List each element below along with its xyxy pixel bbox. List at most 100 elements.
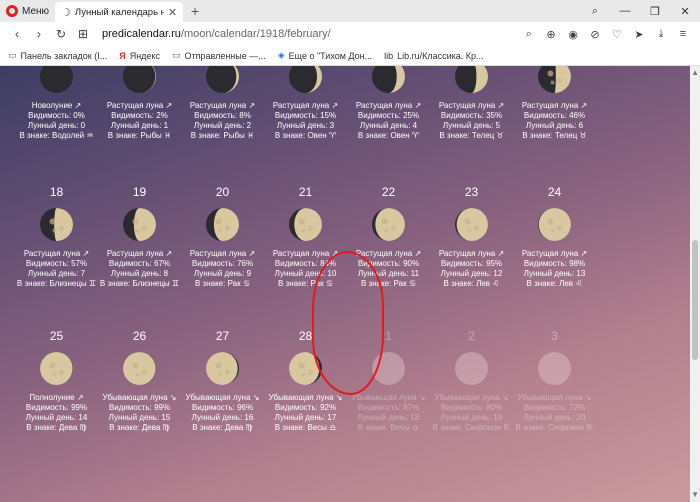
- lunar-day-label: Лунный день: 2: [193, 121, 252, 130]
- url-field[interactable]: predicalendar.ru/moon/calendar/1918/febr…: [102, 28, 518, 40]
- search-tabs-icon[interactable]: ⌕: [580, 5, 610, 18]
- scroll-up-icon[interactable]: ▲: [691, 68, 699, 77]
- calendar-day-cell[interactable]: 20 Растущая луна ↗ Видимость: 76% Лунный…: [181, 184, 264, 289]
- zoom-icon[interactable]: ⊕: [540, 28, 562, 41]
- moon-phase-icon: [455, 352, 488, 385]
- day-number: 18: [49, 185, 64, 199]
- calendar-day-cell[interactable]: Растущая луна ↗ Видимость: 46% Лунный де…: [513, 66, 596, 141]
- calendar-day-cell[interactable]: Растущая луна ↗ Видимость: 35% Лунный де…: [430, 66, 513, 141]
- close-window-icon[interactable]: ✕: [670, 5, 700, 18]
- visibility-label: Видимость: 95%: [440, 259, 503, 268]
- easy-setup-icon[interactable]: ≡: [672, 28, 694, 41]
- browser-tab[interactable]: ☽ Лунный календарь на Фе ✕: [55, 2, 184, 22]
- bookmark-label: Отправленные —...: [184, 50, 266, 61]
- calendar-day-cell[interactable]: Растущая луна ↗ Видимость: 15% Лунный де…: [264, 66, 347, 141]
- lunar-day-label: Лунный день: 19: [440, 413, 503, 422]
- calendar-day-cell[interactable]: 18 Растущая луна ↗ Видимость: 57% Лунный…: [15, 184, 98, 289]
- calendar-day-cell[interactable]: Растущая луна ↗ Видимость: 2% Лунный ден…: [98, 66, 181, 141]
- zodiac-sign-label: В знаке: Дева ♍: [192, 423, 253, 432]
- day-number: 20: [215, 185, 230, 199]
- calendar-day-cell[interactable]: 2 Убывающая луна ↘ Видимость: 80% Лунный…: [430, 328, 513, 433]
- download-icon[interactable]: ⤓: [650, 28, 672, 41]
- folder-icon: ▭: [171, 50, 181, 60]
- moon-phase-icon: [123, 208, 156, 241]
- heart-icon[interactable]: ♡: [606, 28, 628, 41]
- new-tab-button[interactable]: +: [191, 3, 199, 19]
- visibility-label: Видимость: 96%: [191, 403, 254, 412]
- tab-bar: Меню ☽ Лунный календарь на Фе ✕ + ⌕ — ❐ …: [0, 0, 700, 22]
- speed-dial-icon[interactable]: ⊞: [72, 27, 94, 41]
- moon-phase-label: Растущая луна ↗: [189, 249, 256, 258]
- moon-phase-label: Растущая луна ↗: [438, 249, 505, 258]
- moon-phase-icon: [123, 66, 156, 93]
- bookmark-yandex[interactable]: Я Яндекс: [119, 51, 160, 61]
- address-bar: ‹ › ↻ ⊞ predicalendar.ru/moon/calendar/1…: [0, 22, 700, 46]
- maximize-icon[interactable]: ❐: [640, 5, 670, 18]
- visibility-label: Видимость: 46%: [523, 111, 586, 120]
- moon-phase-label: Растущая луна ↗: [355, 101, 422, 110]
- day-number: 23: [464, 185, 479, 199]
- moon-phase-icon: [372, 66, 405, 93]
- calendar-day-cell[interactable]: 3 Убывающая луна ↘ Видимость: 72% Лунный…: [513, 328, 596, 433]
- calendar-day-cell[interactable]: 27 Убывающая луна ↘ Видимость: 96% Лунны…: [181, 328, 264, 433]
- back-icon[interactable]: ‹: [6, 27, 28, 41]
- camera-icon[interactable]: ◉: [562, 28, 584, 41]
- calendar-day-cell[interactable]: Новолуние ↗ Видимость: 0% Лунный день: 0…: [15, 66, 98, 141]
- reload-icon[interactable]: ↻: [50, 27, 72, 41]
- moon-phase-icon: [372, 208, 405, 241]
- lunar-day-label: Лунный день: 9: [193, 269, 252, 278]
- bookmark-label: Еще о "Тихом Дон...: [288, 50, 373, 61]
- lunar-day-label: Лунный день: 5: [442, 121, 501, 130]
- zodiac-sign-label: В знаке: Весы ♎: [274, 423, 337, 432]
- zodiac-sign-label: В знаке: Рыбы ♓: [190, 131, 255, 140]
- lunar-day-label: Лунный день: 3: [276, 121, 335, 130]
- lunar-day-label: Лунный день: 16: [191, 413, 254, 422]
- lib-icon: lib: [384, 50, 394, 61]
- zodiac-sign-label: В знаке: Весы ♎: [357, 423, 420, 432]
- scroll-down-icon[interactable]: ▼: [691, 490, 699, 499]
- bookmark-lib[interactable]: lib Lib.ru/Классика. Кр...: [384, 51, 483, 61]
- opera-menu-button[interactable]: Меню: [0, 0, 55, 22]
- lunar-day-label: Лунный день: 14: [25, 413, 88, 422]
- bookmark-label: Lib.ru/Классика. Кр...: [397, 50, 484, 61]
- zodiac-sign-label: В знаке: Скорпион ♏: [515, 423, 594, 432]
- zodiac-sign-label: В знаке: Водолей ♒: [19, 131, 94, 140]
- zodiac-sign-label: В знаке: Телец ♉: [439, 131, 504, 140]
- menu-label: Меню: [22, 5, 50, 17]
- moon-phase-label: Растущая луна ↗: [521, 101, 588, 110]
- calendar-day-cell[interactable]: 23 Растущая луна ↗ Видимость: 95% Лунный…: [430, 184, 513, 289]
- lunar-day-label: Лунный день: 15: [108, 413, 171, 422]
- calendar-day-cell[interactable]: 25 Полнолуние ↗ Видимость: 99% Лунный де…: [15, 328, 98, 433]
- forward-icon[interactable]: ›: [28, 27, 50, 41]
- calendar-day-cell[interactable]: Растущая луна ↗ Видимость: 25% Лунный де…: [347, 66, 430, 141]
- send-icon[interactable]: ➤: [628, 28, 650, 41]
- day-number: 26: [132, 329, 147, 343]
- moon-phase-label: Убывающая луна ↘: [517, 393, 592, 402]
- moon-phase-icon: [289, 66, 322, 93]
- bookmark-panel[interactable]: ▭ Панель закладок (I...: [8, 50, 107, 61]
- scroll-thumb[interactable]: [692, 240, 698, 360]
- lunar-day-label: Лунный день: 13: [523, 269, 586, 278]
- zodiac-sign-label: В знаке: Овен ♈: [274, 131, 337, 140]
- adblock-icon[interactable]: ⊘: [584, 28, 606, 41]
- visibility-label: Видимость: 57%: [25, 259, 88, 268]
- bookmark-tikhiy-don[interactable]: ◈ Еще о "Тихом Дон...: [278, 50, 372, 61]
- visibility-label: Видимость: 2%: [111, 111, 168, 120]
- moon-phase-label: Убывающая луна ↘: [185, 393, 260, 402]
- moon-phase-label: Растущая луна ↗: [521, 249, 588, 258]
- lunar-day-label: Лунный день: 8: [110, 269, 169, 278]
- calendar-day-cell[interactable]: 24 Растущая луна ↗ Видимость: 98% Лунный…: [513, 184, 596, 289]
- search-icon[interactable]: ⌕: [518, 28, 540, 41]
- lunar-day-label: Лунный день: 12: [440, 269, 503, 278]
- bookmark-sent[interactable]: ▭ Отправленные —...: [172, 50, 266, 61]
- hand-drawn-highlight-circle: [312, 251, 384, 395]
- url-path: /moon/calendar/1918/february/: [180, 28, 331, 40]
- visibility-label: Видимость: 0%: [28, 111, 85, 120]
- calendar-day-cell[interactable]: 26 Убывающая луна ↘ Видимость: 99% Лунны…: [98, 328, 181, 433]
- close-tab-icon[interactable]: ✕: [168, 6, 177, 19]
- day-number: 24: [547, 185, 562, 199]
- calendar-day-cell[interactable]: 19 Растущая луна ↗ Видимость: 67% Лунный…: [98, 184, 181, 289]
- visibility-label: Видимость: 99%: [25, 403, 88, 412]
- calendar-day-cell[interactable]: Растущая луна ↗ Видимость: 8% Лунный ден…: [181, 66, 264, 141]
- minimize-icon[interactable]: —: [610, 5, 640, 17]
